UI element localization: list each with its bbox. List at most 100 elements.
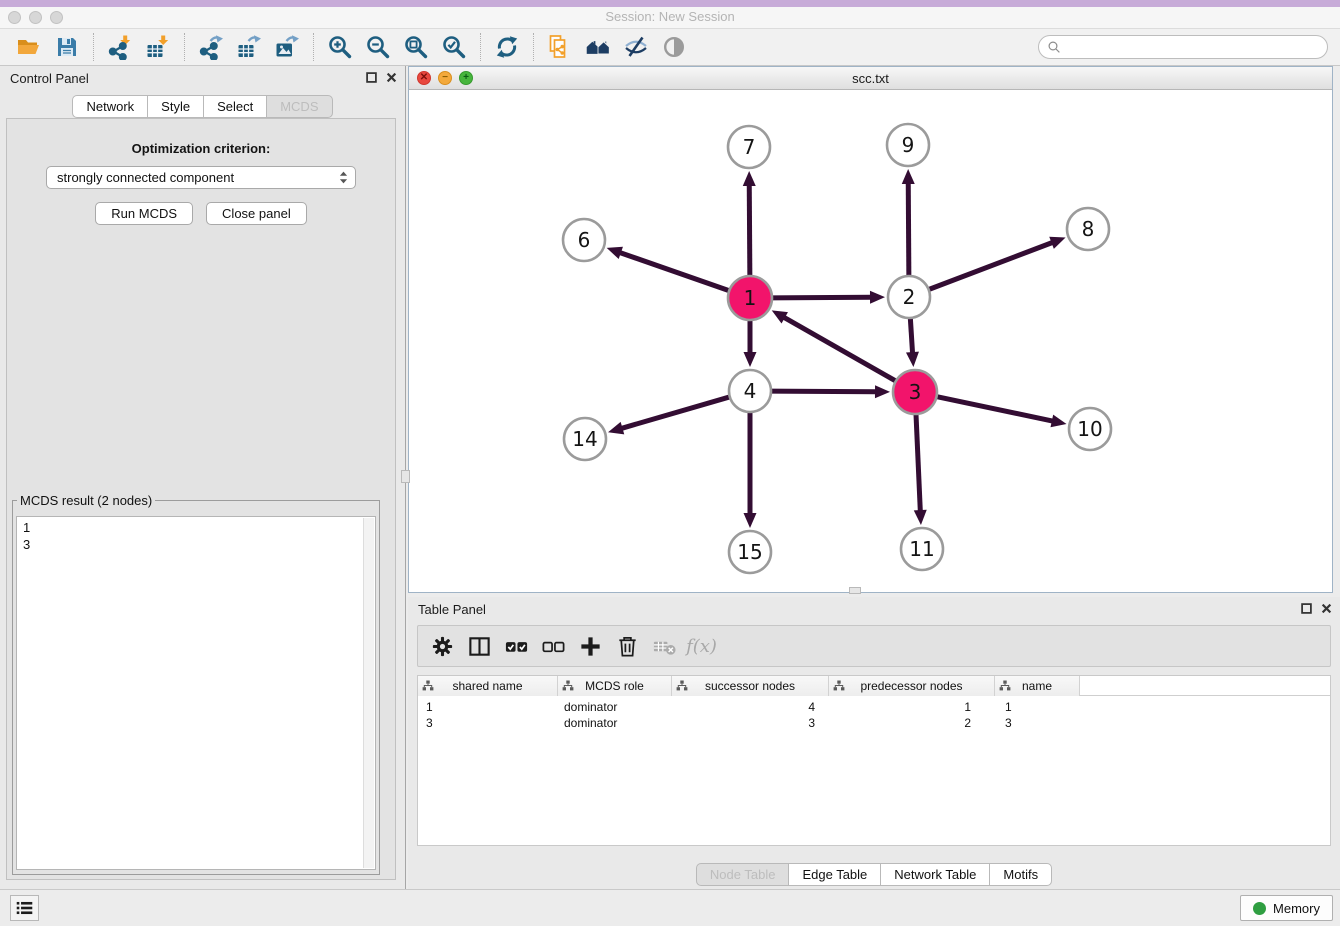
graph-node-label: 9 — [902, 133, 915, 157]
save-icon — [54, 34, 80, 60]
run-mcds-button[interactable]: Run MCDS — [95, 202, 193, 225]
toolbar-separator — [533, 33, 534, 61]
list-icon — [15, 900, 34, 916]
task-history-button[interactable] — [10, 895, 39, 921]
tab-edge-table[interactable]: Edge Table — [788, 863, 881, 886]
apply-layout-button[interactable] — [488, 31, 526, 63]
network-window-titlebar[interactable]: ✕ − + scc.txt — [409, 67, 1332, 90]
zoom-out-icon — [365, 34, 391, 60]
toolbar-separator — [313, 33, 314, 61]
show-panel-icon — [661, 34, 687, 60]
show-panel-button[interactable] — [655, 31, 693, 63]
column-type-icon — [422, 680, 434, 692]
float-panel-icon[interactable] — [1301, 603, 1312, 614]
memory-button[interactable]: Memory — [1240, 895, 1333, 921]
graph-edge-4-14[interactable] — [621, 396, 732, 428]
graph-edge-1-2[interactable] — [770, 297, 872, 298]
search-field[interactable] — [1038, 35, 1328, 59]
close-panel-icon[interactable] — [1321, 603, 1332, 614]
graph-edge-2-8[interactable] — [927, 242, 1054, 290]
window-top-border — [0, 0, 1340, 7]
zoom-in-button[interactable] — [321, 31, 359, 63]
column-header-successor-nodes[interactable]: successor nodes — [672, 676, 829, 696]
network-window-title: scc.txt — [409, 71, 1332, 86]
open-folder-button[interactable] — [10, 31, 48, 63]
optimization-criterion-value: strongly connected component — [57, 170, 339, 185]
column-header-predecessor-nodes[interactable]: predecessor nodes — [829, 676, 995, 696]
columns-button[interactable] — [461, 628, 498, 664]
import-table-button[interactable] — [139, 31, 177, 63]
table-row[interactable]: 1dominator411 — [418, 699, 1330, 715]
graph-edge-3-1[interactable] — [783, 317, 898, 382]
hide-panel-icon — [623, 34, 649, 60]
export-network-button[interactable] — [192, 31, 230, 63]
select-all-button[interactable] — [498, 628, 535, 664]
scrollbar-track[interactable] — [363, 518, 374, 868]
tab-motifs[interactable]: Motifs — [989, 863, 1052, 886]
float-panel-icon[interactable] — [366, 72, 377, 83]
add-row-icon — [578, 634, 603, 659]
close-panel-button[interactable]: Close panel — [206, 202, 307, 225]
zoom-selected-button[interactable] — [435, 31, 473, 63]
status-bar: Memory — [0, 889, 1340, 926]
tab-network-table[interactable]: Network Table — [880, 863, 990, 886]
tab-node-table[interactable]: Node Table — [696, 863, 790, 886]
columns-icon — [467, 634, 492, 659]
table-panel-tabbar: Node TableEdge TableNetwork TableMotifs — [408, 863, 1340, 886]
close-panel-icon[interactable] — [386, 72, 397, 83]
graph-node-label: 6 — [578, 228, 591, 252]
zoom-fit-button[interactable] — [397, 31, 435, 63]
graph-edge-1-7[interactable] — [749, 184, 750, 278]
zoom-fit-icon — [403, 34, 429, 60]
network-canvas[interactable]: 7968124314101511 — [409, 90, 1332, 592]
graph-edge-arrowhead — [607, 247, 623, 259]
import-network-button[interactable] — [101, 31, 139, 63]
tab-mcds[interactable]: MCDS — [266, 95, 332, 118]
tab-select[interactable]: Select — [203, 95, 267, 118]
window-title: Session: New Session — [0, 9, 1340, 24]
graph-edge-3-10[interactable] — [935, 396, 1054, 421]
delete-table-button — [646, 628, 683, 664]
optimization-criterion-select[interactable]: strongly connected component — [46, 166, 356, 189]
search-input[interactable] — [1067, 39, 1319, 56]
memory-label: Memory — [1273, 901, 1320, 916]
tab-style[interactable]: Style — [147, 95, 204, 118]
toolbar-separator — [480, 33, 481, 61]
graph-node-label: 15 — [737, 540, 762, 564]
splitter-grip-vertical[interactable] — [401, 470, 410, 483]
save-button[interactable] — [48, 31, 86, 63]
zoom-selected-icon — [441, 34, 467, 60]
column-header-shared-name[interactable]: shared name — [418, 676, 558, 696]
tab-network[interactable]: Network — [72, 95, 148, 118]
splitter-grip-horizontal[interactable] — [849, 587, 861, 594]
deselect-all-button[interactable] — [535, 628, 572, 664]
table-row[interactable]: 3dominator323 — [418, 715, 1330, 731]
add-row-button[interactable] — [572, 628, 609, 664]
export-image-button[interactable] — [268, 31, 306, 63]
fx-button: f(x) — [683, 628, 720, 664]
graph-edge-4-3[interactable] — [769, 391, 877, 392]
table-panel: Table Panel f(x) shared nameMCDS rolesuc… — [408, 597, 1340, 889]
graph-edge-1-6[interactable] — [619, 252, 731, 291]
home-button[interactable] — [579, 31, 617, 63]
delete-row-icon — [615, 634, 640, 659]
column-type-icon — [999, 680, 1011, 692]
clone-network-button[interactable] — [541, 31, 579, 63]
graph-edge-3-11[interactable] — [916, 412, 920, 512]
graph-edge-arrowhead — [743, 171, 756, 186]
hide-panel-button[interactable] — [617, 31, 655, 63]
delete-row-button[interactable] — [609, 628, 646, 664]
graph-edge-2-9[interactable] — [908, 182, 909, 278]
column-header-name[interactable]: name — [995, 676, 1080, 696]
cell-mcds-role: dominator — [558, 715, 672, 731]
column-header-mcds-role[interactable]: MCDS role — [558, 676, 672, 696]
cell-predecessor-nodes: 2 — [829, 715, 995, 731]
mcds-result-legend: MCDS result (2 nodes) — [17, 493, 155, 508]
mcds-result-text[interactable]: 1 3 — [17, 517, 375, 555]
export-table-button[interactable] — [230, 31, 268, 63]
table-panel-header: Table Panel — [408, 597, 1340, 621]
gear-button[interactable] — [424, 628, 461, 664]
zoom-out-button[interactable] — [359, 31, 397, 63]
graph-edge-arrowhead — [902, 169, 915, 184]
graph-edge-2-3[interactable] — [910, 316, 912, 354]
